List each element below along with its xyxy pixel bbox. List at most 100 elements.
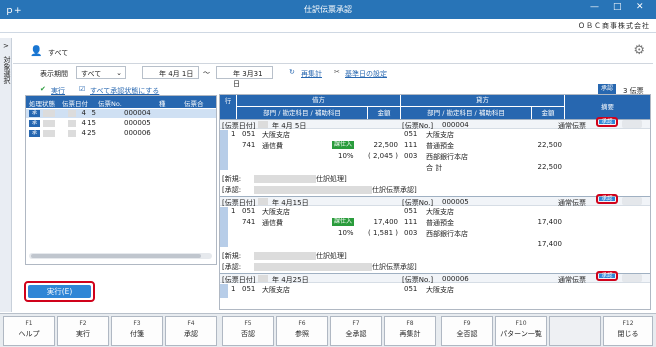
period-select[interactable]: すべて ⌄ [76,66,126,79]
f7-approve-all-button[interactable]: F7 全承認 [330,316,382,346]
reject-button[interactable] [622,197,642,205]
date-to-input[interactable]: 年 3月31日 [216,66,273,88]
period-label: 表示期間 [40,70,68,78]
sidebar-toggle-icon[interactable]: > [3,42,9,50]
col-status[interactable]: 処理状態 [29,98,55,108]
f9-reject-all-button[interactable]: F9 全否認 [441,316,493,346]
debit-dept-code: 051 [242,285,256,293]
horizontal-scrollbar[interactable] [29,253,212,259]
approve-button[interactable]: 承認 [596,117,618,127]
debit-account-code: 741 [242,141,256,149]
reject-button[interactable] [622,274,642,282]
list-item[interactable]: 承 4 15 000005 [26,119,216,128]
approve-user-mask [254,263,372,271]
basedate-link[interactable]: 基準日の設定 [345,69,387,82]
maximize-button[interactable]: □ [613,2,622,12]
debit-account: 通信費 [262,219,283,227]
credit-sub-code: 003 [404,152,418,160]
f8-recalc-button[interactable]: F8 再集計 [384,316,436,346]
recalc-link[interactable]: 再集計 [301,69,322,82]
approve-label: 承認 [599,273,615,279]
credit-account: 普通預金 [426,142,454,150]
fkey-label: 再集計 [399,330,421,338]
line-no: 1 [231,130,236,138]
credit-dept: 大阪支店 [426,208,454,216]
col-kind[interactable]: 種 [159,98,166,108]
line-no: 1 [231,207,236,215]
target-select-sidebar[interactable]: > 対象選択 [0,38,12,312]
fkey-label: 否認 [241,330,255,338]
fkey-label: 付箋 [130,330,144,338]
f3-sticky-button[interactable]: F3 付箋 [111,316,163,346]
new-text: 仕訳処理] [316,252,347,260]
row-selector[interactable] [220,284,228,298]
row-selector[interactable] [220,130,228,170]
credit-dept: 大阪支店 [426,286,454,294]
total-amount: 22,500 [537,163,563,171]
fkey-number: F8 [406,320,414,327]
fkey-number: F12 [622,320,634,327]
fkey-number: F7 [352,320,360,327]
voucher-list-header: 処理状態 伝票日付 伝票No. 種 伝票合 [26,96,216,108]
f10-pattern-list-button[interactable]: F10 パターン一覧 [495,316,547,346]
year-mask [258,121,268,128]
tools-icon: ✂ [334,68,340,76]
fkey-number: F9 [463,320,471,327]
approve-button[interactable]: 承認 [596,194,618,204]
list-item[interactable]: 承 4 25 000006 [26,129,216,138]
row-month: 4 [81,109,86,117]
credit-amount: 22,500 [537,141,563,149]
voucher-type: 通常伝票 [558,122,586,130]
debit-account-code: 741 [242,218,256,226]
col-total[interactable]: 伝票合 [184,98,204,108]
voucher-no: 000004 [442,121,469,129]
minimize-button[interactable]: — [590,2,599,12]
fkey-number: F5 [244,320,252,327]
col-no[interactable]: 伝票No. [98,98,122,108]
col-credit: 貸方 [401,95,564,106]
f12-close-button[interactable]: F12 閉じる [603,316,653,346]
debit-dept: 大阪支店 [262,208,290,216]
debit-amount: 22,500 [373,141,399,149]
f4-approve-button[interactable]: F4 承認 [165,316,217,346]
f1-help-button[interactable]: F1 ヘルプ [3,316,55,346]
close-button[interactable]: ✕ [636,2,644,12]
gear-icon[interactable]: ⚙ [633,43,645,58]
fkey-label: ヘルプ [18,330,40,338]
voucher-list: 処理状態 伝票日付 伝票No. 種 伝票合 承 4 5 000004 承 4 1… [25,95,217,265]
company-bar: ＯＢＣ商事株式会社 [0,19,656,33]
row-month: 4 [81,119,86,127]
row-no: 000006 [124,129,151,137]
debit-dept-code: 051 [242,207,256,215]
execute-button-label: 実行(E) [28,285,91,298]
f2-execute-button[interactable]: F2 実行 [57,316,109,346]
tax-amount: ( 2,045 ) [368,152,398,160]
scrollbar-thumb[interactable] [31,254,201,258]
tax-tag: 課仕入 [332,218,355,226]
approve-button[interactable]: 承認 [596,271,618,281]
voucher-no: 000005 [442,198,469,206]
reject-button[interactable] [622,120,642,128]
row-selector[interactable] [220,207,228,247]
credit-dept-code: 051 [404,207,418,215]
f5-reject-button[interactable]: F5 否認 [222,316,274,346]
list-item[interactable]: 承 4 5 000004 [26,109,216,118]
function-key-bar: F1 ヘルプ F2 実行 F3 付箋 F4 承認 F5 否認 F6 参照 F7 全承認 F8 再… [0,313,656,347]
col-date[interactable]: 伝票日付 [62,98,88,108]
tax-rate: 10% [338,229,354,237]
voucher-header: [伝票日付] 年 4月25日 [伝票No.] 000006 通常伝票 [220,273,650,284]
year-mask [68,110,76,117]
total-amount: 17,400 [537,240,563,248]
execute-button[interactable]: 実行(E) [24,281,95,302]
fkey-number: F2 [79,320,87,327]
col-summary: 摘要 [565,95,650,119]
f6-refer-button[interactable]: F6 参照 [276,316,328,346]
row-month: 4 [81,129,86,137]
credit-sub: 西部銀行本店 [426,230,468,238]
fkey-number: F6 [298,320,306,327]
date-from-input[interactable]: 年 4月 1日 [142,66,199,79]
title-bar: ｐ+ 仕訳伝票承認 — □ ✕ [0,0,656,19]
approve-user-mask [254,186,372,194]
sidebar-label: 対象選択 [3,56,11,84]
approve-info-text: 仕訳伝票承認] [372,186,417,194]
